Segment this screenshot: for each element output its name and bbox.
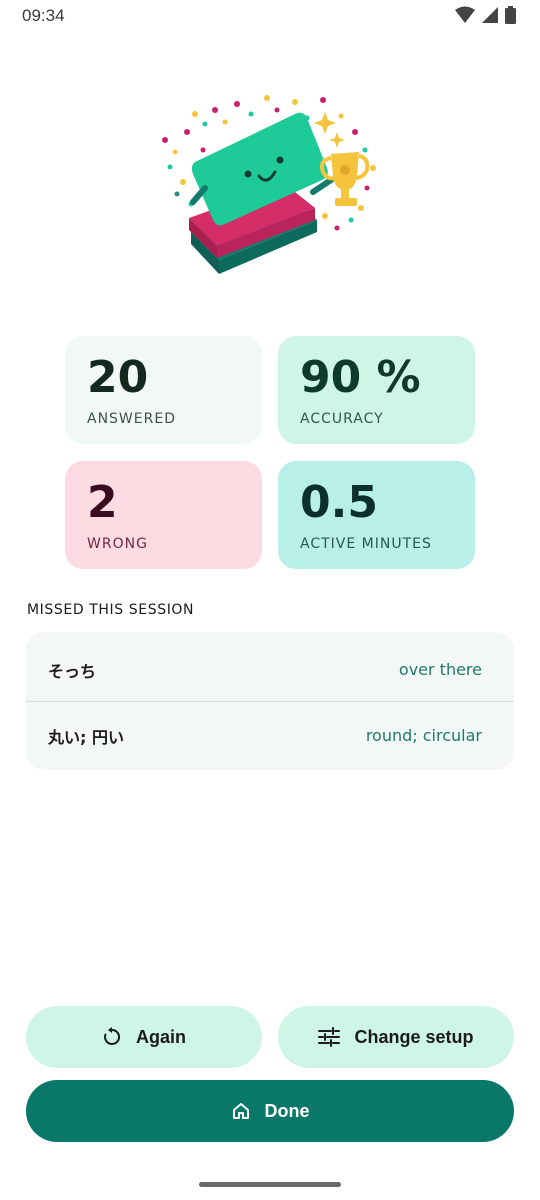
battery-icon [505, 6, 516, 24]
change-setup-button[interactable]: Change setup [278, 1006, 514, 1068]
answered-label: ANSWERED [87, 411, 176, 427]
sparkle-small-icon [329, 132, 345, 148]
active-minutes-value: 0.5 [300, 477, 378, 528]
missed-term: そっち [48, 662, 97, 681]
missed-meaning: round; circular [365, 726, 482, 745]
missed-item[interactable]: 丸い; 円い round; circular [26, 700, 514, 768]
tune-icon [318, 1027, 341, 1047]
status-time: 09:34 [22, 6, 65, 25]
stat-card-answered: 20 ANSWERED [65, 336, 262, 444]
done-label: Done [264, 1100, 310, 1121]
again-label: Again [135, 1026, 186, 1047]
replay-icon [104, 1027, 120, 1045]
trophy-icon [320, 152, 370, 206]
wrong-value: 2 [87, 477, 118, 528]
celebration-illustration [162, 95, 376, 274]
accuracy-label: ACCURACY [300, 411, 384, 427]
accuracy-value: 90 % [300, 352, 421, 403]
gesture-home-indicator[interactable] [199, 1182, 341, 1187]
cellular-signal-icon [482, 7, 498, 23]
again-button[interactable]: Again [26, 1006, 262, 1068]
wifi-icon [455, 6, 475, 23]
missed-section-title: MISSED THIS SESSION [27, 602, 195, 618]
status-icons [455, 6, 516, 24]
stat-card-wrong: 2 WRONG [65, 461, 262, 569]
wrong-label: WRONG [87, 536, 148, 552]
stat-card-active-minutes: 0.5 ACTIVE MINUTES [278, 461, 475, 569]
stat-card-accuracy: 90 % ACCURACY [278, 336, 475, 444]
missed-term: 丸い; 円い [48, 728, 124, 747]
active-minutes-label: ACTIVE MINUTES [300, 536, 432, 552]
done-button[interactable]: Done [26, 1080, 514, 1142]
sparkle-icon [314, 112, 336, 134]
missed-item[interactable]: そっち over there [26, 634, 514, 702]
missed-meaning: over there [398, 660, 482, 679]
change-setup-label: Change setup [354, 1026, 474, 1047]
status-bar: 09:34 [0, 0, 540, 32]
answered-value: 20 [87, 352, 149, 403]
missed-list: そっち over there 丸い; 円い round; circular [26, 632, 514, 770]
home-icon [232, 1103, 249, 1119]
